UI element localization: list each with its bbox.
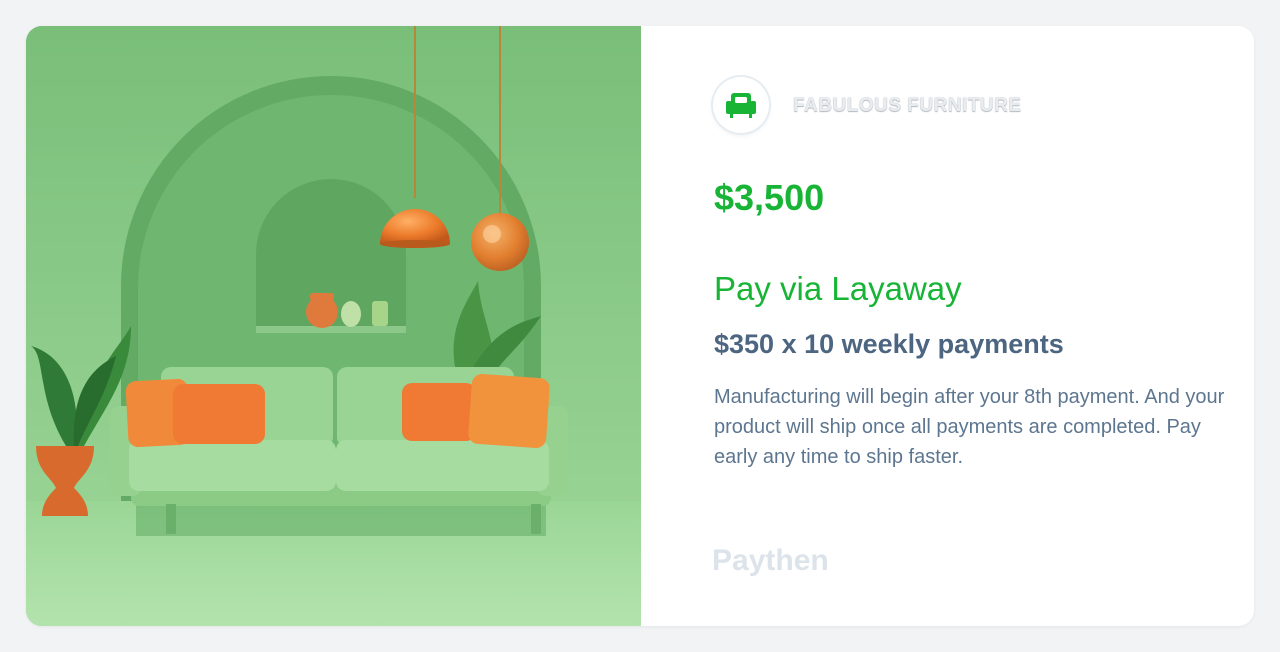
merchant-name: FABULOUS FURNITURE xyxy=(793,95,1022,116)
armchair-icon xyxy=(726,93,756,118)
product-image xyxy=(26,26,641,626)
offer-details: FABULOUS FURNITURE $3,500 Pay via Layawa… xyxy=(641,26,1254,626)
payment-method-title: Pay via Layaway xyxy=(714,270,962,307)
merchant-logo xyxy=(713,77,769,133)
layaway-offer-card: FABULOUS FURNITURE $3,500 Pay via Layawa… xyxy=(26,26,1254,626)
provider-logo: Paythen xyxy=(712,544,829,577)
shipping-note: Manufacturing will begin after your 8th … xyxy=(714,386,1225,468)
price: $3,500 xyxy=(714,177,825,218)
payment-schedule: $350 x 10 weekly payments xyxy=(714,329,1064,359)
